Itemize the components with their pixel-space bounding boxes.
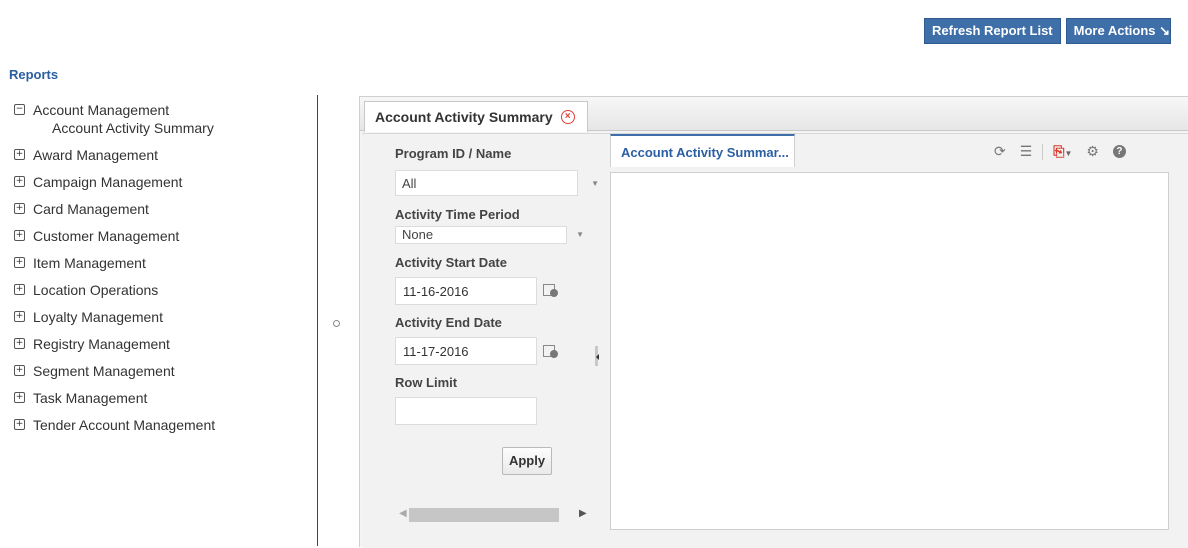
expand-icon[interactable]: + [14,338,25,349]
end-date-input[interactable]: 11-17-2016 [395,337,537,365]
params-horizontal-scrollbar[interactable]: ◀ ▶ [395,506,595,522]
splitter-handle[interactable] [333,320,340,327]
toolbar-divider [1042,143,1044,160]
program-select[interactable]: All ▼ [395,170,599,196]
expand-icon[interactable]: + [14,257,25,268]
tree-item-label: Registry Management [33,335,170,352]
row-limit-input[interactable] [395,397,537,425]
sidebar-divider[interactable] [317,95,318,546]
settings-icon[interactable]: ⚙ [1086,143,1099,160]
tree-item-award-management[interactable]: + Award Management [14,141,215,168]
top-actions: Refresh Report List More Actions ↘ [924,18,1171,44]
tree-item-label: Campaign Management [33,173,183,190]
row-limit-label: Row Limit [395,375,458,390]
chevron-down-icon[interactable]: ▼ [576,227,584,243]
tree-item-label: Customer Management [33,227,180,244]
more-actions-button[interactable]: More Actions ↘ [1065,18,1171,44]
help-icon[interactable]: ? [1112,145,1126,158]
expand-icon[interactable]: + [14,203,25,214]
tab-account-activity-summary-view[interactable]: Account Activity Summar... [610,134,795,167]
tree-item-loyalty-management[interactable]: + Loyalty Management [14,303,215,330]
period-value: None [402,227,434,242]
tree-item-location-operations[interactable]: + Location Operations [14,276,215,303]
expand-icon[interactable]: + [14,392,25,403]
tree-item-card-management[interactable]: + Card Management [14,195,215,222]
reports-title: Reports [9,67,59,82]
refresh-report-list-button[interactable]: Refresh Report List [924,18,1061,44]
report-tabstrip: Account Activity Summary × [360,97,1188,132]
report-panel: Account Activity Summary × Program ID / … [359,96,1188,548]
tree-item-customer-management[interactable]: + Customer Management [14,222,215,249]
list-icon[interactable]: ☰ [1020,143,1033,160]
chevron-down-icon[interactable]: ▼ [591,171,599,197]
tab-label: Account Activity Summary [375,109,553,125]
tree-item-label: Account Management [33,101,170,118]
scroll-left-icon[interactable]: ◀ [399,508,407,519]
tree-item-label: Segment Management [33,362,175,379]
report-content: Program ID / Name All ▼ Activity Time Pe… [362,133,1188,548]
end-date-label: Activity End Date [395,315,502,330]
report-tree: − Account Management Account Activity Sum… [14,96,215,438]
tree-item-label: Item Management [33,254,146,271]
tree-item-label: Tender Account Management [33,416,216,433]
tree-item-label: Card Management [33,200,149,217]
tree-item-account-activity-summary[interactable]: Account Activity Summary [14,117,215,139]
start-date-input[interactable]: 11-16-2016 [395,277,537,305]
expand-icon[interactable]: + [14,311,25,322]
parameters-pane: Program ID / Name All ▼ Activity Time Pe… [362,134,602,548]
pdf-export-icon[interactable]: ⎘▼ [1053,143,1072,160]
apply-button[interactable]: Apply [502,447,552,475]
tree-item-registry-management[interactable]: + Registry Management [14,330,215,357]
expand-icon[interactable]: + [14,176,25,187]
report-output-area [610,172,1169,530]
tree-item-label: Award Management [33,146,159,163]
program-value: All [402,176,417,191]
period-select[interactable]: None ▼ [395,226,584,244]
close-icon[interactable]: × [560,110,575,124]
scroll-right-icon[interactable]: ▶ [579,508,587,519]
tree-item-task-management[interactable]: + Task Management [14,384,215,411]
collapse-icon[interactable]: − [14,104,25,115]
report-toolbar: ⟳ ☰ ⎘▼ ⚙ ? [994,143,1126,160]
refresh-icon[interactable]: ⟳ [994,143,1006,160]
tree-item-tender-account-management[interactable]: + Tender Account Management [14,411,215,438]
more-actions-label: More Actions [1073,23,1156,38]
expand-icon[interactable]: + [14,149,25,160]
arrow-down-right-icon: ↘ [1159,23,1171,38]
start-date-label: Activity Start Date [395,255,507,270]
tree-item-label: Loyalty Management [33,308,163,325]
expand-icon[interactable]: + [14,419,25,430]
tree-item-label: Location Operations [33,281,159,298]
calendar-icon[interactable] [543,282,561,298]
tree-item-campaign-management[interactable]: + Campaign Management [14,168,215,195]
program-label: Program ID / Name [395,146,512,161]
expand-icon[interactable]: + [14,365,25,376]
tab-account-activity-summary[interactable]: Account Activity Summary × [364,101,588,132]
tree-item-label: Task Management [33,389,148,406]
collapse-params-handle[interactable] [595,346,599,366]
expand-icon[interactable]: + [14,284,25,295]
tree-item-segment-management[interactable]: + Segment Management [14,357,215,384]
calendar-icon[interactable] [543,343,561,359]
expand-icon[interactable]: + [14,230,25,241]
tree-item-item-management[interactable]: + Item Management [14,249,215,276]
scrollbar-thumb[interactable] [409,508,559,522]
period-label: Activity Time Period [395,207,520,222]
